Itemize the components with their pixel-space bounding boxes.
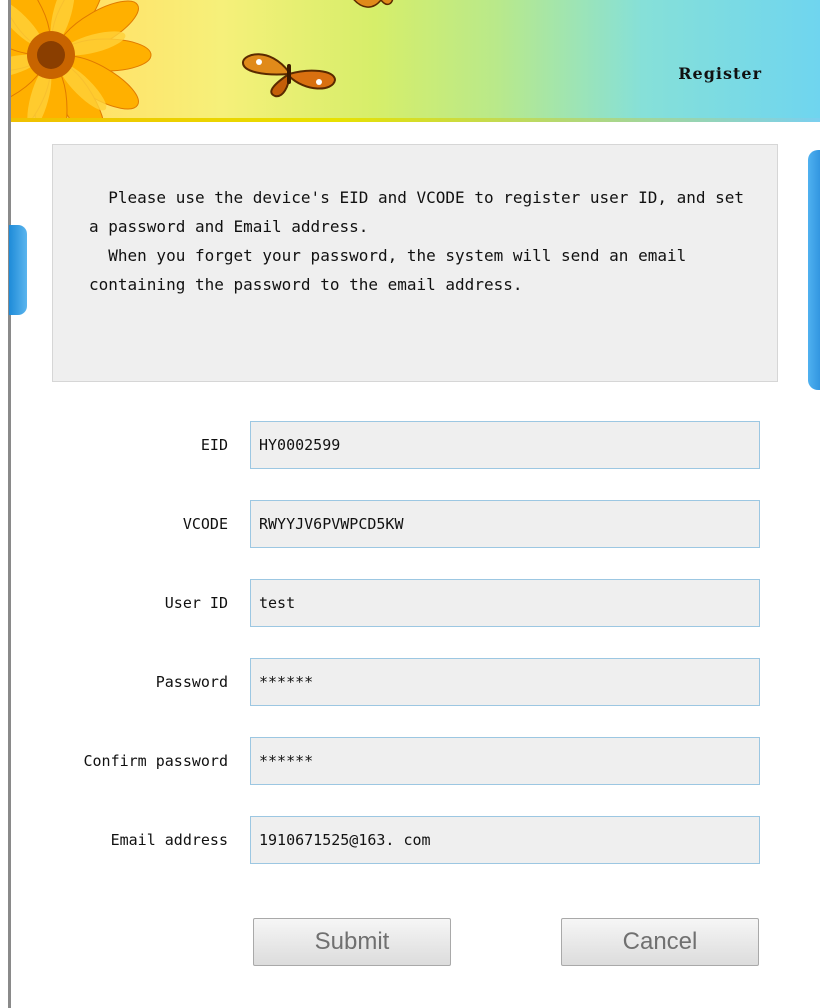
vcode-label: VCODE (182, 515, 228, 533)
eid-label: EID (200, 436, 228, 454)
instructions-paragraph: Please use the device's EID and VCODE to… (89, 188, 754, 236)
form-row-email: Email address (0, 816, 820, 866)
form-row-eid: EID (0, 421, 820, 471)
password-label: Password (155, 673, 228, 691)
confirm-password-label: Confirm password (83, 752, 229, 770)
password-field[interactable] (250, 658, 760, 706)
form-row-password: Password (0, 658, 820, 708)
user-id-field[interactable] (250, 579, 760, 627)
left-side-tab[interactable] (9, 225, 27, 315)
form-row-confirm-password: Confirm password (0, 737, 820, 787)
cancel-button[interactable]: Cancel (561, 918, 759, 966)
instructions-paragraph: When you forget your password, the syste… (89, 246, 696, 294)
butterfly-icon (353, 0, 394, 8)
confirm-password-field[interactable] (250, 737, 760, 785)
email-label: Email address (110, 831, 228, 849)
butterfly-icon (242, 53, 337, 98)
submit-button[interactable]: Submit (253, 918, 451, 966)
sunflower-icon (11, 0, 152, 122)
form-row-vcode: VCODE (0, 500, 820, 550)
right-side-tab[interactable] (808, 150, 820, 390)
vcode-field[interactable] (250, 500, 760, 548)
form-row-user-id: User ID (0, 579, 820, 629)
header-banner: Register (11, 0, 820, 122)
eid-field[interactable] (250, 421, 760, 469)
email-field[interactable] (250, 816, 760, 864)
instructions-box: Please use the device's EID and VCODE to… (52, 144, 778, 382)
page-title: Register (678, 64, 762, 83)
header-divider (11, 118, 820, 122)
user-id-label: User ID (164, 594, 228, 612)
